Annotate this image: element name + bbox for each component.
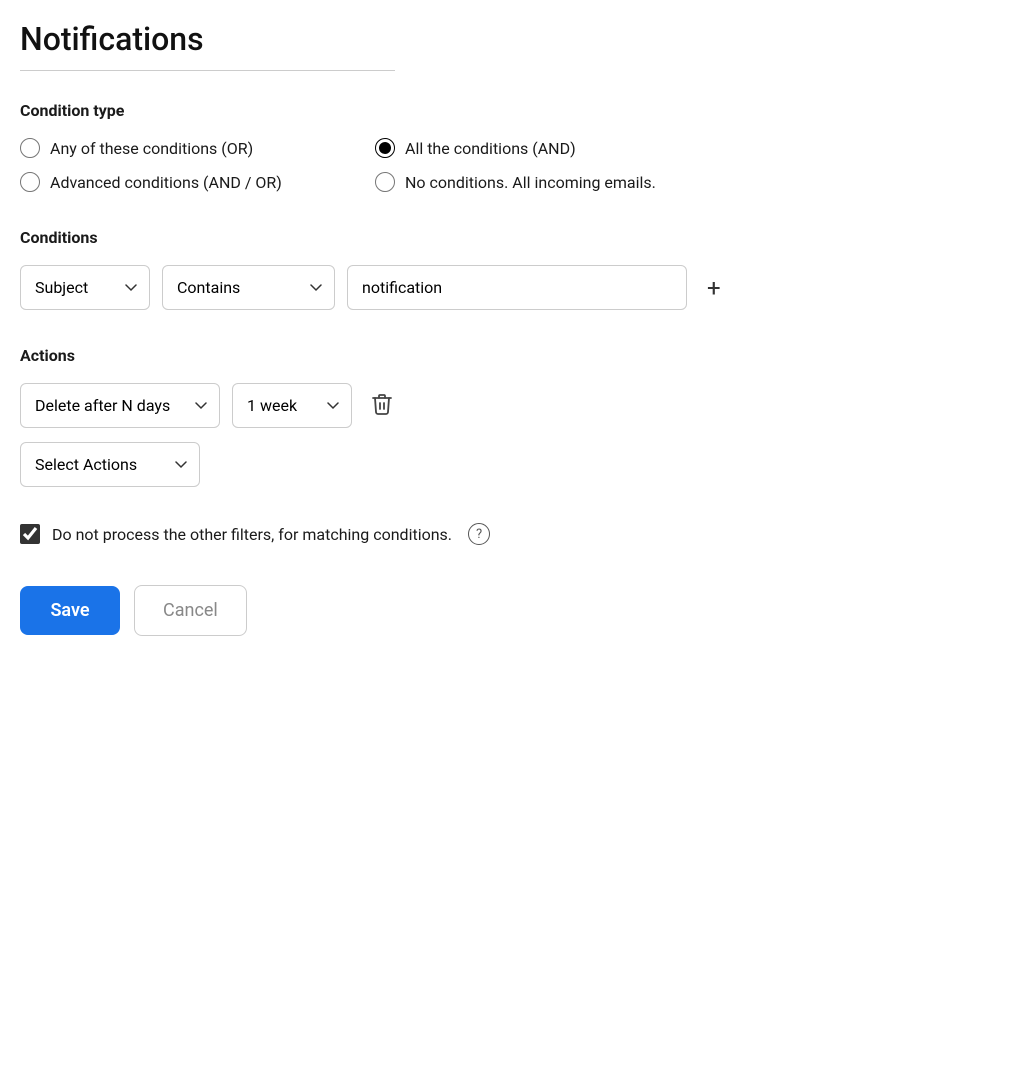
trash-icon <box>370 392 394 416</box>
action-row-2: Select Actions Mark as read Move to fold… <box>20 442 1008 487</box>
radio-advanced[interactable] <box>20 172 40 192</box>
actions-label: Actions <box>20 346 1008 365</box>
radio-option-and[interactable]: All the conditions (AND) <box>375 138 720 158</box>
conditions-section: Conditions Subject From To Body Contains… <box>20 228 1008 310</box>
action-type-select[interactable]: Delete after N days Move to folder Mark … <box>20 383 220 428</box>
radio-option-none[interactable]: No conditions. All incoming emails. <box>375 172 720 192</box>
condition-row: Subject From To Body Contains Does not c… <box>20 265 1008 310</box>
page-title: Notifications <box>20 20 1008 58</box>
radio-option-advanced[interactable]: Advanced conditions (AND / OR) <box>20 172 365 192</box>
no-process-label: Do not process the other filters, for ma… <box>52 525 452 544</box>
condition-field-select[interactable]: Subject From To Body <box>20 265 150 310</box>
radio-and-label: All the conditions (AND) <box>405 139 576 158</box>
no-process-checkbox[interactable] <box>20 524 40 544</box>
condition-type-options: Any of these conditions (OR) All the con… <box>20 138 720 192</box>
conditions-label: Conditions <box>20 228 1008 247</box>
radio-or[interactable] <box>20 138 40 158</box>
radio-and[interactable] <box>375 138 395 158</box>
checkbox-section: Do not process the other filters, for ma… <box>20 523 1008 545</box>
delete-action-button[interactable] <box>364 386 400 426</box>
condition-value-input[interactable] <box>347 265 687 310</box>
action-duration-select[interactable]: 1 week 2 weeks 1 month 3 months <box>232 383 352 428</box>
radio-none-label: No conditions. All incoming emails. <box>405 173 656 192</box>
radio-or-label: Any of these conditions (OR) <box>50 139 253 158</box>
select-actions-dropdown[interactable]: Select Actions Mark as read Move to fold… <box>20 442 200 487</box>
condition-type-section: Condition type Any of these conditions (… <box>20 101 1008 192</box>
condition-operator-select[interactable]: Contains Does not contain Starts with En… <box>162 265 335 310</box>
radio-advanced-label: Advanced conditions (AND / OR) <box>50 173 282 192</box>
title-divider <box>20 70 395 71</box>
condition-type-label: Condition type <box>20 101 1008 120</box>
help-icon[interactable]: ? <box>468 523 490 545</box>
save-button[interactable]: Save <box>20 586 120 635</box>
actions-section: Actions Delete after N days Move to fold… <box>20 346 1008 487</box>
button-row: Save Cancel <box>20 585 1008 636</box>
add-condition-button[interactable]: + <box>699 272 729 304</box>
radio-none[interactable] <box>375 172 395 192</box>
action-row-1: Delete after N days Move to folder Mark … <box>20 383 1008 428</box>
radio-option-or[interactable]: Any of these conditions (OR) <box>20 138 365 158</box>
cancel-button[interactable]: Cancel <box>134 585 247 636</box>
